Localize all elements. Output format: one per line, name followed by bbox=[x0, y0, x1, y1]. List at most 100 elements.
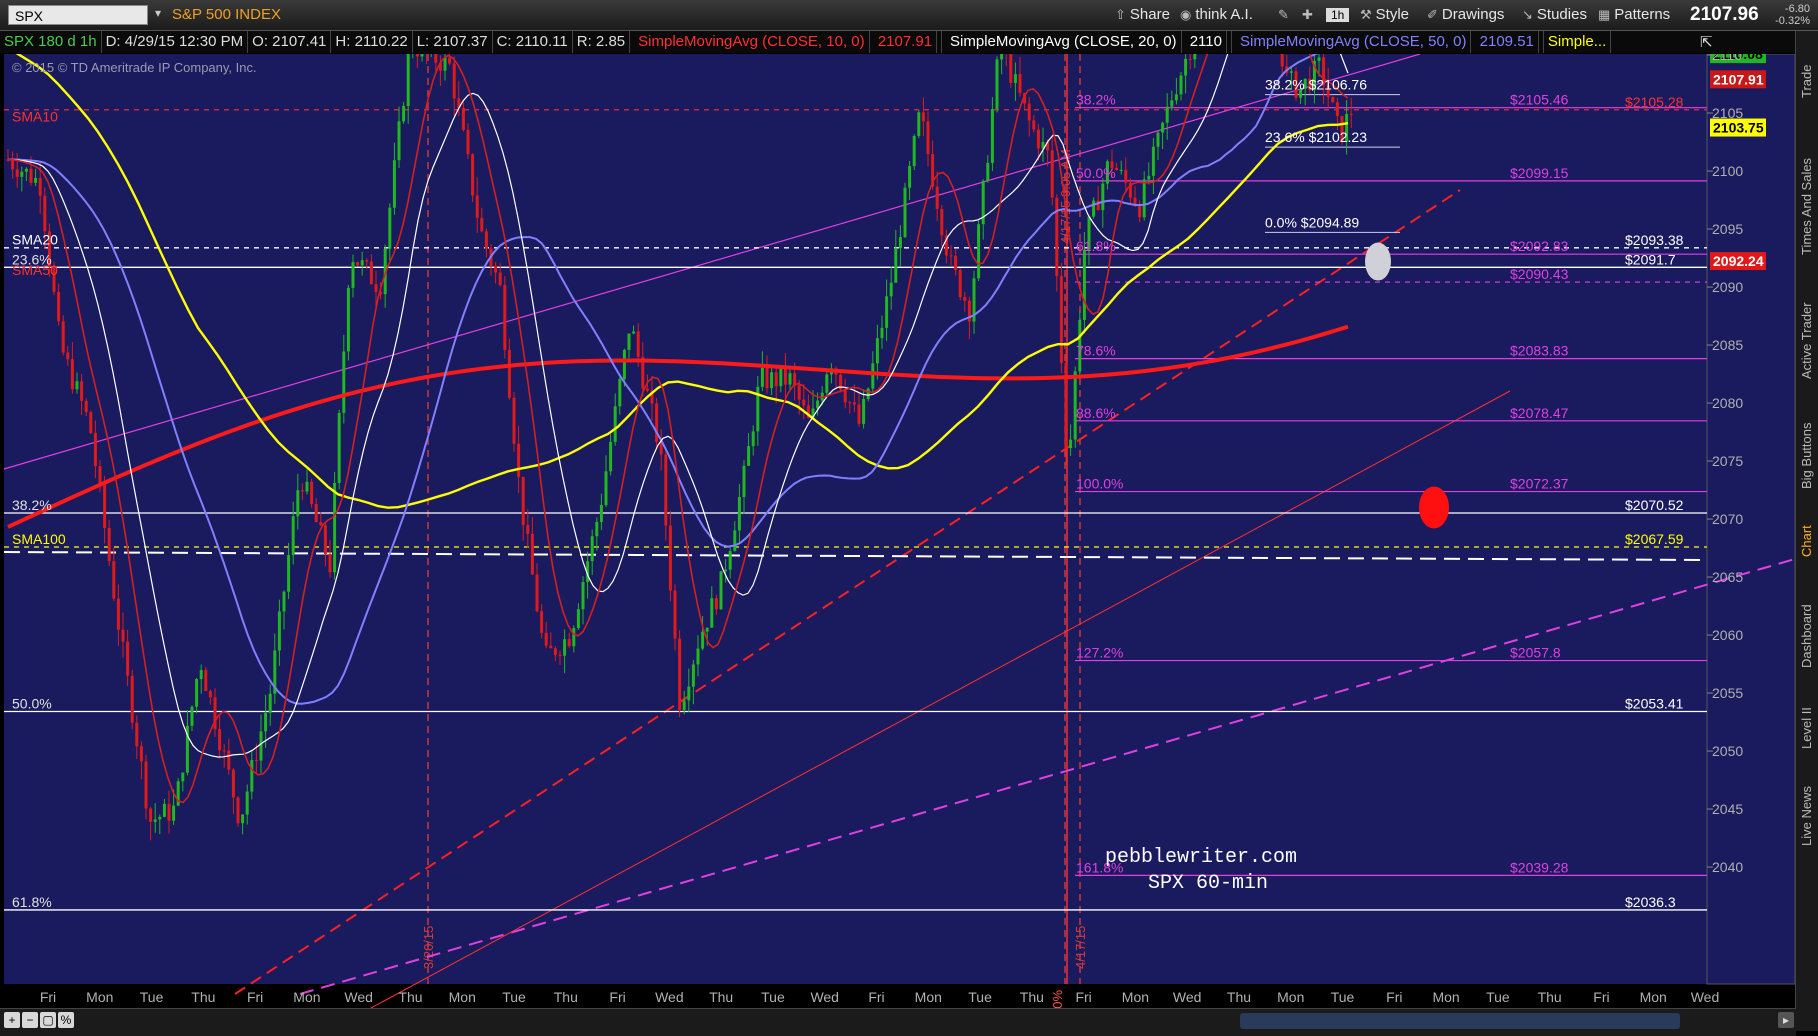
expand-icon[interactable]: ⇱ bbox=[1700, 33, 1713, 51]
candle-body bbox=[843, 389, 847, 403]
candle-body bbox=[167, 803, 171, 821]
x-tick-label: Wed bbox=[655, 989, 684, 1005]
candle-body bbox=[443, 57, 447, 71]
sma10-study-label: SimpleMovingAvg (CLOSE, 10, 0) bbox=[634, 31, 870, 53]
sma50-study[interactable]: SimpleMovingAvg (CLOSE, 50, 0) 2109.51 bbox=[1232, 31, 1544, 53]
zoom-out-icon[interactable]: − bbox=[22, 1012, 38, 1028]
time-scrollbar[interactable] bbox=[1240, 1013, 1680, 1029]
sma20-study[interactable]: SimpleMovingAvg (CLOSE, 20, 0) 2110 bbox=[942, 31, 1232, 53]
candle-body bbox=[406, 54, 410, 106]
candle-body bbox=[107, 527, 111, 562]
candle-body bbox=[98, 466, 102, 485]
settings-button[interactable]: ✎ bbox=[1278, 5, 1293, 25]
period-button[interactable]: 1h bbox=[1326, 8, 1350, 22]
candle-body bbox=[310, 481, 314, 505]
tab-trade[interactable]: Trade bbox=[1796, 41, 1818, 121]
zoom-fit-icon[interactable]: ▢ bbox=[40, 1012, 56, 1028]
candle-body bbox=[871, 363, 875, 389]
candle-body bbox=[218, 729, 222, 751]
candle-body bbox=[553, 648, 557, 656]
candle-body bbox=[935, 186, 939, 209]
scroll-right-icon[interactable]: ▸ bbox=[1778, 1012, 1794, 1028]
x-tick-label: Fri bbox=[1386, 989, 1402, 1005]
candle-body bbox=[172, 805, 176, 821]
candle-body bbox=[724, 569, 728, 572]
info-low: L: 2107.37 bbox=[413, 31, 493, 53]
candle-body bbox=[949, 255, 953, 257]
level-label: $2036.3 bbox=[1625, 894, 1676, 910]
drawing-tool-button[interactable]: ✚ bbox=[1302, 5, 1317, 25]
candle-body bbox=[264, 712, 268, 732]
candle-body bbox=[126, 641, 130, 676]
studies-icon: ↘ bbox=[1522, 7, 1533, 22]
candle-body bbox=[471, 154, 475, 196]
candle-body bbox=[135, 722, 139, 747]
candle-body bbox=[277, 611, 281, 651]
candle-body bbox=[1000, 54, 1004, 60]
level-label: $2039.28 bbox=[1510, 859, 1569, 875]
symbol-input[interactable]: SPX bbox=[8, 5, 148, 25]
candle-body bbox=[1142, 179, 1146, 218]
studies-button[interactable]: ↘ Studies bbox=[1522, 5, 1587, 25]
candle-body bbox=[779, 368, 783, 387]
style-button[interactable]: ⚒ Style bbox=[1360, 5, 1409, 25]
candle-body bbox=[80, 381, 84, 401]
x-tick-label: Tue bbox=[968, 989, 992, 1005]
more-studies[interactable]: Simple... bbox=[1544, 31, 1612, 53]
tab-live-news[interactable]: Live News bbox=[1796, 771, 1818, 861]
candle-body bbox=[912, 135, 916, 167]
info-range: R: 2.85 bbox=[573, 31, 631, 53]
candle-body bbox=[875, 338, 879, 364]
candle-body bbox=[112, 561, 116, 599]
tab-chart[interactable]: Chart bbox=[1796, 511, 1818, 571]
info-period[interactable]: SPX 180 d 1h bbox=[0, 31, 102, 53]
candle-body bbox=[696, 648, 700, 665]
candle-body bbox=[328, 554, 332, 573]
y-tick-label: 2040 bbox=[1712, 859, 1743, 875]
level-label: $2092.83 bbox=[1510, 238, 1569, 254]
patterns-button[interactable]: ▦ Patterns bbox=[1598, 5, 1670, 25]
change-points: -6.80 bbox=[1784, 3, 1810, 15]
drawings-button[interactable]: ✐ Drawings bbox=[1427, 5, 1504, 25]
zoom-in-icon[interactable]: + bbox=[4, 1012, 20, 1028]
sma-label: SMA50 bbox=[12, 262, 58, 278]
candle-body bbox=[590, 536, 594, 562]
candle-body bbox=[480, 217, 484, 232]
candle-body bbox=[701, 631, 705, 649]
price-chart[interactable]: 3/20/154/17/15 9:05 AM4/17/15 $2125.92$2… bbox=[0, 54, 1795, 1009]
candle-body bbox=[563, 639, 567, 656]
watermark-site: pebblewriter.com bbox=[1105, 846, 1297, 869]
y-tick-label: 2100 bbox=[1712, 163, 1743, 179]
candle-body bbox=[747, 446, 751, 466]
sma10-study[interactable]: SimpleMovingAvg (CLOSE, 10, 0) 2107.91 bbox=[630, 31, 943, 53]
candle-body bbox=[866, 388, 870, 400]
candle-body bbox=[222, 750, 226, 752]
price-tag-label: 2103.75 bbox=[1713, 120, 1764, 136]
tool-icon: ✚ bbox=[1302, 7, 1313, 22]
tab-active-trader[interactable]: Active Trader bbox=[1796, 286, 1818, 396]
x-tick-label: Mon bbox=[915, 989, 942, 1005]
percent-icon[interactable]: % bbox=[58, 1012, 74, 1028]
wrench-icon: ✎ bbox=[1278, 7, 1289, 22]
candle-body bbox=[613, 406, 617, 442]
x-tick-label: Thu bbox=[554, 989, 578, 1005]
tab-times-and-sales[interactable]: Times And Sales bbox=[1796, 141, 1818, 271]
candle-body bbox=[1059, 276, 1063, 364]
event-date-label: 4/17/15 bbox=[1073, 926, 1088, 969]
candle-body bbox=[1161, 122, 1165, 133]
tab-level-ii[interactable]: Level II bbox=[1796, 691, 1818, 766]
candle-body bbox=[880, 327, 884, 339]
symbol-dropdown-icon[interactable]: ▾ bbox=[155, 6, 161, 20]
candle-body bbox=[314, 504, 318, 523]
left-fib-label: 50.0% bbox=[12, 695, 52, 711]
tab-dashboard[interactable]: Dashboard bbox=[1796, 586, 1818, 686]
x-tick-label: Mon bbox=[1432, 989, 1459, 1005]
level-label: $2091.7 bbox=[1625, 251, 1676, 267]
candle-body bbox=[190, 706, 194, 726]
x-tick-label: Tue bbox=[1331, 989, 1355, 1005]
candle-body bbox=[121, 629, 125, 642]
think-ai-button[interactable]: ◉ think A.I. bbox=[1180, 5, 1253, 25]
candle-body bbox=[231, 769, 235, 798]
tab-big-buttons[interactable]: Big Buttons bbox=[1796, 406, 1818, 506]
share-button[interactable]: ⇧ Share bbox=[1115, 5, 1170, 25]
